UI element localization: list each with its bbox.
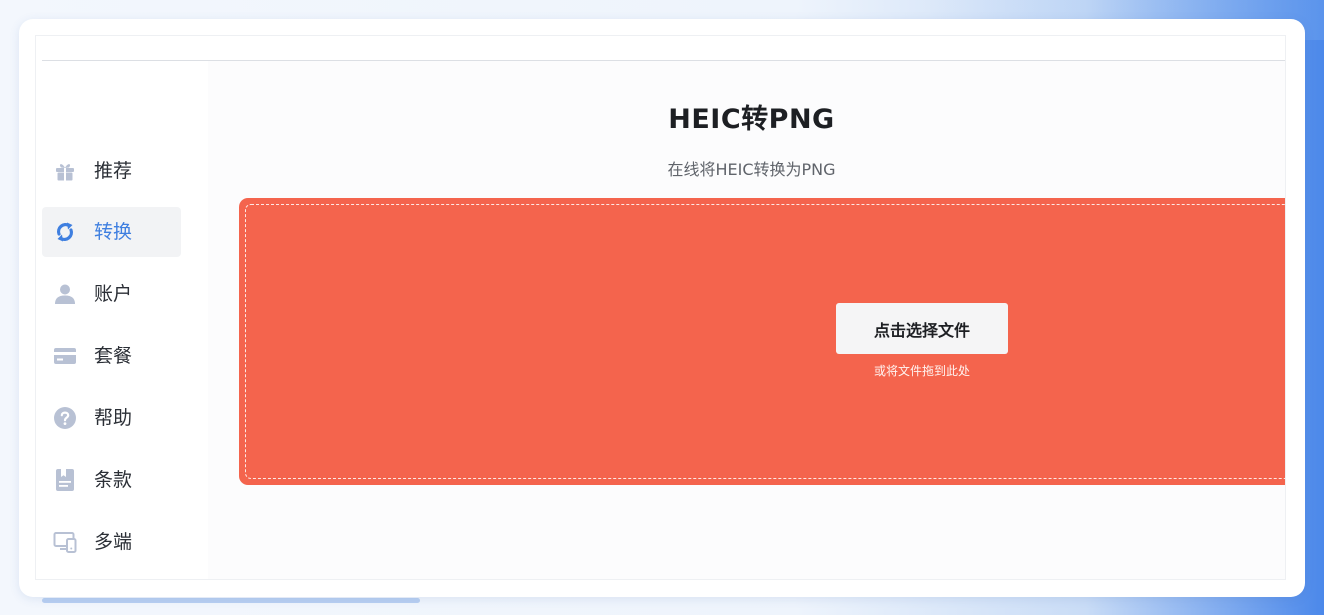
convert-icon <box>53 220 77 244</box>
sidebar-item-label: 条款 <box>94 469 133 491</box>
app-content: 推荐 转换 账户 套餐 帮助 条款 多端 HEIC转PNG 在线将HEIC转换为… <box>35 35 1286 580</box>
page-title: HEIC转PNG <box>668 104 835 135</box>
sidebar-item-recommend[interactable]: 推荐 <box>42 146 181 196</box>
sidebar-item-terms[interactable]: 条款 <box>42 455 181 505</box>
document-icon <box>53 468 77 492</box>
page-subtitle: 在线将HEIC转换为PNG <box>667 160 836 179</box>
sidebar-item-devices[interactable]: 多端 <box>42 517 181 567</box>
main-content: HEIC转PNG 在线将HEIC转换为PNG 点击选择文件 或将文件拖到此处 <box>208 61 1285 579</box>
help-icon <box>53 406 77 430</box>
sidebar-item-label: 套餐 <box>94 345 133 367</box>
user-icon <box>53 282 77 306</box>
sidebar-item-label: 多端 <box>94 531 133 553</box>
devices-icon <box>53 530 77 554</box>
sidebar-item-account[interactable]: 账户 <box>42 269 181 319</box>
sidebar-item-label: 账户 <box>94 283 133 305</box>
sidebar: 推荐 转换 账户 套餐 帮助 条款 多端 <box>42 61 208 579</box>
sidebar-item-label: 转换 <box>94 221 133 243</box>
dropzone-dashed-border <box>245 204 1285 479</box>
sidebar-item-label: 推荐 <box>94 160 133 182</box>
app-window: 推荐 转换 账户 套餐 帮助 条款 多端 HEIC转PNG 在线将HEIC转换为… <box>19 19 1305 597</box>
file-dropzone[interactable]: 点击选择文件 或将文件拖到此处 <box>239 198 1285 485</box>
select-file-button[interactable]: 点击选择文件 <box>836 303 1008 354</box>
card-icon <box>53 344 77 368</box>
drop-hint: 或将文件拖到此处 <box>873 364 970 378</box>
sidebar-item-plans[interactable]: 套餐 <box>42 331 181 381</box>
bottom-scroll-indicator <box>42 598 420 603</box>
sidebar-item-convert[interactable]: 转换 <box>42 207 181 257</box>
sidebar-item-help[interactable]: 帮助 <box>42 393 181 443</box>
gift-icon <box>53 159 77 183</box>
sidebar-item-label: 帮助 <box>94 407 133 429</box>
